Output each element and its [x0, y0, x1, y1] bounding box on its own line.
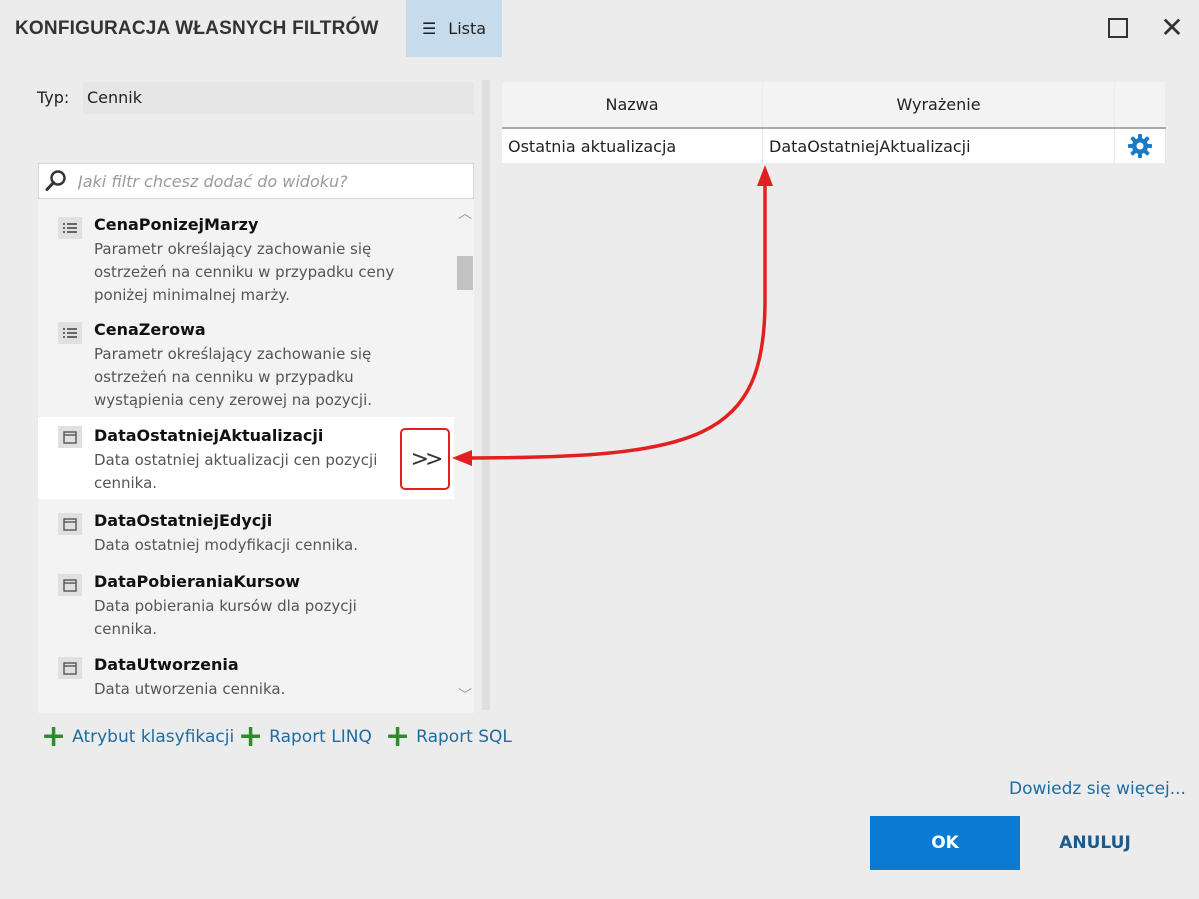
table-row[interactable]: Ostatnia aktualizacja DataOstatniejAktua… — [502, 129, 1166, 163]
gear-icon — [1128, 134, 1152, 158]
filter-description: Data ostatniej aktualizacji cen pozycji … — [94, 451, 378, 492]
tab-lista[interactable]: ☰ Lista — [406, 0, 502, 57]
list-item[interactable]: CenaPonizejMarzy Parametr określający za… — [38, 213, 454, 308]
panel-splitter[interactable] — [482, 80, 490, 710]
type-label: Typ: — [37, 88, 70, 107]
plus-icon: + — [385, 719, 411, 754]
maximize-icon — [1108, 18, 1128, 38]
add-filter-button[interactable]: >> — [400, 428, 450, 490]
selected-filters-grid: Nazwa Wyrażenie Ostatnia aktualizacja Da… — [502, 82, 1166, 163]
calendar-icon — [58, 574, 82, 596]
search-icon — [45, 170, 66, 191]
column-header-expression[interactable]: Wyrażenie — [763, 82, 1115, 127]
close-icon: ✕ — [1160, 11, 1184, 44]
filter-description: Data utworzenia cennika. — [94, 680, 286, 698]
filter-name: CenaPonizejMarzy — [94, 215, 259, 234]
hamburger-icon: ☰ — [421, 19, 437, 38]
scroll-up-icon[interactable]: ︿ — [456, 207, 474, 221]
cell-name[interactable]: Ostatnia aktualizacja — [502, 129, 763, 163]
window-title: KONFIGURACJA WŁASNYCH FILTRÓW — [15, 18, 379, 39]
list-item[interactable]: DataOstatniejEdycji Data ostatniej modyf… — [38, 509, 454, 559]
filter-search[interactable] — [38, 163, 474, 199]
add-classification-link[interactable]: + Atrybut klasyfikacji — [41, 719, 235, 754]
add-classification-label: Atrybut klasyfikacji — [72, 727, 235, 747]
filter-name: DataOstatniejAktualizacji — [94, 426, 324, 445]
scrollbar-thumb[interactable] — [457, 256, 473, 290]
list-icon — [58, 322, 82, 344]
plus-icon: + — [238, 719, 264, 754]
tab-lista-label: Lista — [448, 19, 487, 38]
scroll-down-icon[interactable]: ﹀ — [456, 689, 474, 703]
filter-description: Parametr określający zachowanie się ostr… — [94, 240, 395, 304]
plus-icon: + — [41, 719, 67, 754]
settings-button[interactable] — [1115, 129, 1166, 163]
list-item[interactable]: CenaZerowa Parametr określający zachowan… — [38, 318, 454, 413]
calendar-icon — [58, 657, 82, 679]
grid-header: Nazwa Wyrażenie — [502, 82, 1166, 129]
add-sql-label: Raport SQL — [416, 727, 512, 747]
list-item[interactable]: DataUtworzenia Data utworzenia cennika. — [38, 653, 454, 703]
column-header-name[interactable]: Nazwa — [502, 82, 763, 127]
column-header-actions — [1115, 82, 1166, 127]
add-linq-report-link[interactable]: + Raport LINQ — [238, 719, 372, 754]
filter-name: DataUtworzenia — [94, 655, 239, 674]
cancel-button[interactable]: ANULUJ — [1040, 816, 1150, 870]
ok-button[interactable]: OK — [870, 816, 1020, 870]
learn-more-link[interactable]: Dowiedz się więcej... — [1009, 779, 1186, 799]
maximize-button[interactable] — [1104, 14, 1132, 42]
add-sql-report-link[interactable]: + Raport SQL — [385, 719, 512, 754]
search-input[interactable] — [78, 171, 458, 191]
type-value: Cennik — [83, 82, 474, 114]
filter-list[interactable]: CenaPonizejMarzy Parametr określający za… — [38, 199, 474, 713]
filter-description: Data ostatniej modyfikacji cennika. — [94, 536, 359, 554]
cell-expression[interactable]: DataOstatniejAktualizacji — [763, 129, 1115, 163]
filter-name: DataPobieraniaKursow — [94, 572, 301, 591]
filter-name: DataOstatniejEdycji — [94, 511, 273, 530]
calendar-icon — [58, 513, 82, 535]
filter-description: Parametr określający zachowanie się ostr… — [94, 345, 373, 409]
list-icon — [58, 217, 82, 239]
add-linq-label: Raport LINQ — [269, 727, 372, 747]
filter-description: Data pobierania kursów dla pozycji cenni… — [94, 597, 357, 638]
calendar-icon — [58, 426, 82, 448]
list-item[interactable]: DataPobieraniaKursow Data pobierania kur… — [38, 570, 454, 642]
close-button[interactable]: ✕ — [1158, 14, 1186, 42]
title-bar: KONFIGURACJA WŁASNYCH FILTRÓW ☰ Lista ✕ — [0, 0, 1199, 57]
list-item-selected[interactable]: DataOstatniejAktualizacji Data ostatniej… — [38, 417, 454, 499]
filter-name: CenaZerowa — [94, 320, 206, 339]
